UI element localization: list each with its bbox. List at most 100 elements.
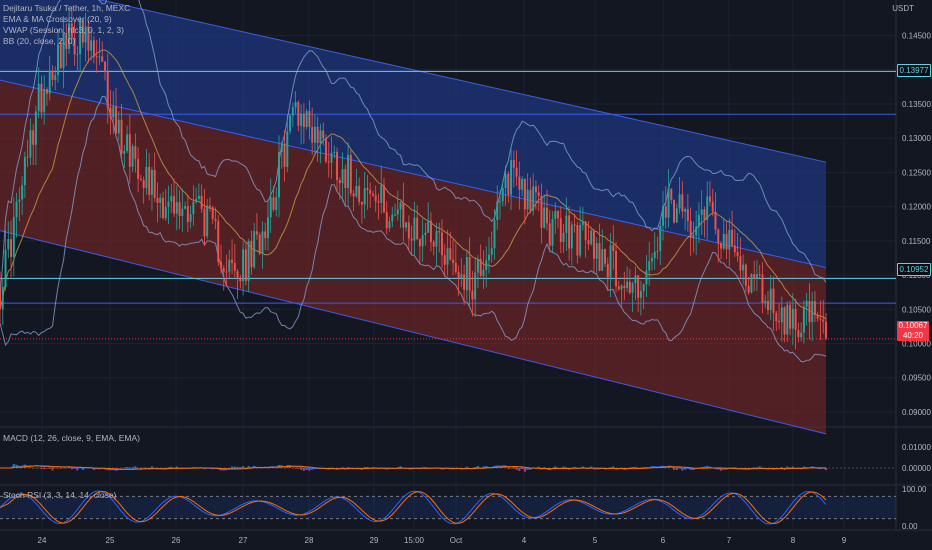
candle-body <box>438 231 441 233</box>
candle-body <box>479 259 482 276</box>
candle-body <box>7 239 10 250</box>
hline-price-tag-lower[interactable]: 0.10952 <box>897 263 931 276</box>
trading-chart[interactable]: 0.145000.140000.135000.130000.125000.120… <box>0 0 932 550</box>
indicator-legend-bb[interactable]: BB (20, close, 2, 0) <box>3 36 75 47</box>
macd-histogram-bar <box>297 468 300 469</box>
candle-body <box>148 166 151 195</box>
candle-body <box>159 197 162 203</box>
stoch-rsi-legend[interactable]: Stoch RSI (3, 3, 14, 14, close) <box>3 490 116 501</box>
candle-body <box>128 134 131 167</box>
candle-body <box>521 178 524 190</box>
macd-histogram-bar <box>59 468 62 469</box>
candle-body <box>678 194 681 209</box>
candle-body <box>109 107 112 118</box>
candle-body <box>167 201 170 207</box>
candle-body <box>650 258 653 262</box>
candle-body <box>239 278 242 282</box>
candle-body <box>275 197 278 210</box>
candle-body <box>714 211 717 230</box>
candle-body <box>197 195 200 199</box>
candle-body <box>120 119 123 154</box>
candle-body <box>126 134 129 152</box>
time-tick-label: 15:00 <box>404 536 425 545</box>
candle-body <box>308 111 311 128</box>
candle-body <box>208 205 211 208</box>
candle-body <box>454 262 457 273</box>
macd-histogram-bar <box>664 467 667 469</box>
macd-histogram-bar <box>300 468 303 470</box>
macd-histogram-bar <box>670 467 673 469</box>
candle-body <box>471 290 474 300</box>
candle-body <box>767 300 769 311</box>
candle-body <box>261 231 264 254</box>
candle-body <box>12 217 15 257</box>
candle-body <box>170 196 173 202</box>
candle-body <box>104 61 106 72</box>
macd-legend[interactable]: MACD (12, 26, close, 9, EMA, EMA) <box>3 433 140 444</box>
candle-body <box>675 208 678 223</box>
time-tick-label: 24 <box>38 536 47 545</box>
candle-body <box>805 301 808 307</box>
candle-body <box>811 301 814 323</box>
candle-body <box>532 186 535 211</box>
candle-body <box>242 249 245 282</box>
candle-body <box>667 188 670 218</box>
price-tick-label: 0.12000 <box>902 203 931 212</box>
candle-body <box>407 222 410 239</box>
candle-body <box>443 255 446 265</box>
candle-body <box>700 209 703 215</box>
candle-body <box>493 220 496 249</box>
candle-body <box>258 234 261 254</box>
candle-body <box>615 250 618 287</box>
candle-body <box>557 210 559 219</box>
candle-body <box>385 212 388 229</box>
price-tick-label: 0.11500 <box>902 237 931 246</box>
candle-body <box>490 248 493 255</box>
candle-body <box>711 201 714 212</box>
candle-body <box>115 106 117 134</box>
candle-body <box>769 288 772 311</box>
macd-histogram-bar <box>137 467 140 469</box>
time-tick-label: 26 <box>172 536 181 545</box>
candle-body <box>319 130 322 144</box>
candle-body <box>145 166 148 188</box>
candle-body <box>255 231 258 235</box>
candle-body <box>283 143 286 167</box>
candle-body <box>98 56 101 58</box>
candle-body <box>51 71 54 81</box>
candle-body <box>1 287 4 310</box>
price-tick-label: 0.09000 <box>902 408 931 417</box>
candle-body <box>269 197 272 218</box>
candle-body <box>137 158 140 179</box>
candle-body <box>203 208 206 237</box>
price-tick-label: 0.14500 <box>902 32 931 41</box>
candle-body <box>358 185 361 202</box>
macd-histogram-bar <box>123 467 126 468</box>
candle-body <box>153 170 156 198</box>
price-tick-label: 0.10500 <box>902 305 931 314</box>
candle-body <box>10 239 13 257</box>
candle-body <box>468 257 471 291</box>
hline-price-tag-upper[interactable]: 0.13977 <box>897 64 931 77</box>
macd-histogram-bar <box>275 467 278 469</box>
candle-body <box>590 230 593 245</box>
candle-body <box>0 288 1 310</box>
indicator-legend-ema-ma[interactable]: EMA & MA Crossover (20, 9) <box>3 14 112 25</box>
candle-body <box>645 270 648 285</box>
indicator-legend-vwap[interactable]: VWAP (Session, hlc3, 0, 1, 2, 3) <box>3 25 124 36</box>
candle-body <box>21 185 24 200</box>
candle-body <box>529 189 532 211</box>
candle-body <box>32 130 35 145</box>
candle-body <box>731 229 734 246</box>
candle-body <box>546 207 548 224</box>
macd-histogram-bar <box>120 468 123 469</box>
candle-body <box>753 274 756 280</box>
candle-body <box>579 224 582 256</box>
candle-body <box>742 264 745 271</box>
candle-body <box>410 238 413 241</box>
candle-body <box>551 219 554 246</box>
candle-body <box>488 254 490 261</box>
last-price-tag: 0.10067 40:20 <box>897 321 929 341</box>
candle-body <box>311 127 314 143</box>
candle-body <box>173 196 176 214</box>
